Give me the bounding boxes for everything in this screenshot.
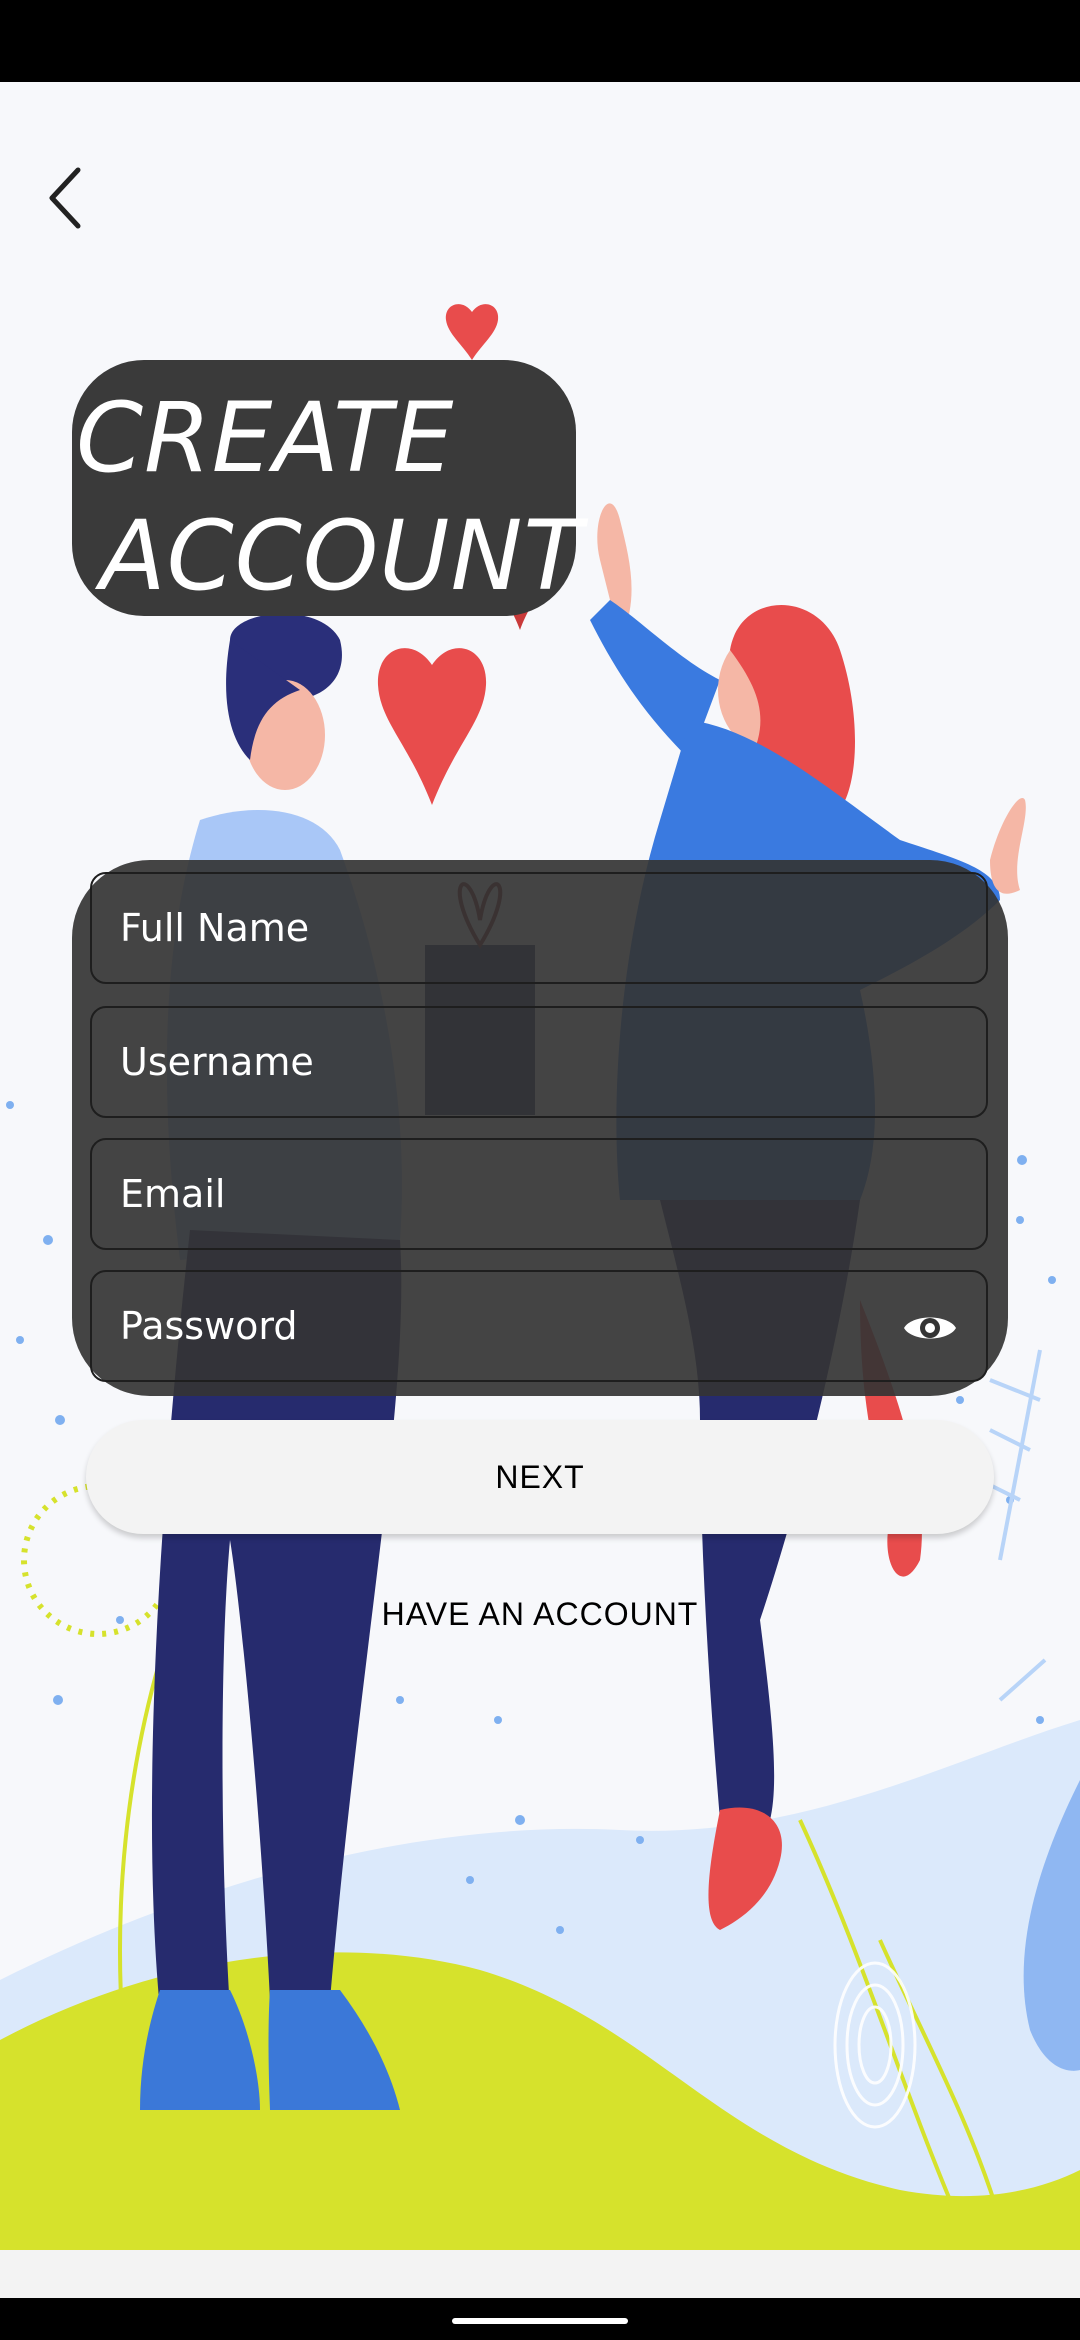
eye-icon[interactable] xyxy=(902,1306,958,1350)
username-field[interactable] xyxy=(90,1006,988,1118)
email-input[interactable] xyxy=(92,1140,986,1248)
bottom-strip xyxy=(0,2250,1080,2298)
next-button[interactable]: NEXT xyxy=(86,1420,994,1534)
username-input[interactable] xyxy=(92,1008,986,1116)
page-title: CREATE ACCOUNT xyxy=(72,360,582,616)
home-indicator[interactable] xyxy=(452,2318,628,2324)
back-button[interactable] xyxy=(30,150,110,250)
password-field[interactable] xyxy=(90,1270,988,1382)
full-name-field[interactable] xyxy=(90,872,988,984)
password-input[interactable] xyxy=(92,1272,986,1380)
signup-form xyxy=(72,860,1008,1396)
title-line-2: ACCOUNT xyxy=(100,500,584,612)
email-field[interactable] xyxy=(90,1138,988,1250)
status-bar xyxy=(0,0,1080,82)
title-line-1: CREATE xyxy=(76,382,455,494)
have-account-link[interactable]: HAVE AN ACCOUNT xyxy=(340,1596,740,1633)
back-arrow-icon xyxy=(49,167,81,229)
full-name-input[interactable] xyxy=(92,874,986,982)
